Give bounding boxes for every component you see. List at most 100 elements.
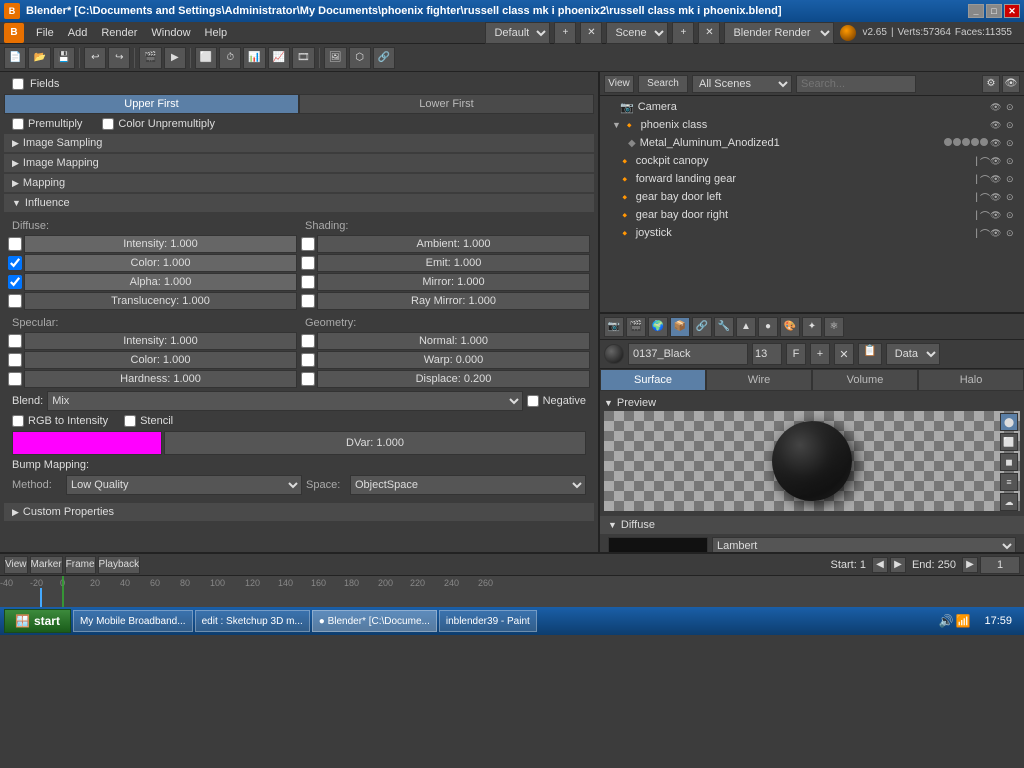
material-remove-button[interactable]: ✕ (834, 343, 854, 365)
dvar-bar[interactable]: DVar: 1.000 (164, 431, 586, 455)
menu-help[interactable]: Help (199, 25, 234, 41)
view3d-button[interactable]: ⬜ (195, 47, 217, 69)
camera-vis-icon[interactable]: 👁 (990, 102, 1004, 113)
warp-checkbox[interactable] (301, 353, 315, 367)
diffuse-section-header[interactable]: ▼ Diffuse (600, 516, 1024, 534)
spec-intensity-checkbox[interactable] (8, 334, 22, 348)
ambient-checkbox[interactable] (301, 237, 315, 251)
minimize-button[interactable]: _ (968, 4, 984, 18)
menu-add[interactable]: Add (62, 25, 94, 41)
preview-sky-btn[interactable]: ☁ (1000, 493, 1018, 511)
undo-button[interactable]: ↩ (84, 47, 106, 69)
warp-slider[interactable]: Warp: 0.000 (317, 351, 590, 369)
image-mapping-header[interactable]: ▶ Image Mapping (4, 154, 594, 172)
play-btn[interactable]: ▶ (890, 557, 906, 573)
maximize-button[interactable]: □ (986, 4, 1002, 18)
tab-surface[interactable]: Surface (600, 369, 706, 391)
mirror-slider[interactable]: Mirror: 1.000 (317, 273, 590, 291)
fields-checkbox[interactable] (12, 78, 24, 90)
preview-sphere-btn[interactable]: ⬤ (1000, 413, 1018, 431)
camera-select-icon[interactable]: ⊙ (1006, 102, 1020, 113)
tree-item-material[interactable]: ◆ Metal_Aluminum_Anodized1 👁 ⊙ (602, 134, 1022, 152)
render-button[interactable]: 🎬 (139, 47, 161, 69)
object-space-select[interactable]: ObjectSpace (350, 475, 586, 495)
displace-checkbox[interactable] (301, 372, 315, 386)
joystick-select-icon[interactable]: ⊙ (1006, 228, 1020, 239)
color-checkbox[interactable] (8, 256, 22, 270)
mapping-header[interactable]: ▶ Mapping (4, 174, 594, 192)
renderer-dropdown[interactable]: Blender Render (724, 22, 834, 44)
nla-button[interactable]: 🎞 (292, 47, 315, 69)
spec-color-slider[interactable]: Color: 1.000 (24, 351, 297, 369)
outliner-view-btn[interactable]: View (604, 75, 634, 93)
low-quality-select[interactable]: Low Quality (66, 475, 302, 495)
diffuse-color-swatch[interactable] (608, 537, 708, 552)
displace-slider[interactable]: Displace: 0.200 (317, 370, 590, 388)
timeline-content[interactable]: -40 -20 0 20 40 60 80 100 120 140 160 18… (0, 576, 1024, 607)
scene-props-btn[interactable]: 🎬 (626, 317, 646, 337)
tab-halo[interactable]: Halo (918, 369, 1024, 391)
world-props-btn[interactable]: 🌍 (648, 317, 668, 337)
material-vis-icon[interactable]: 👁 (990, 138, 1004, 149)
influence-header[interactable]: ▼ Influence (4, 194, 594, 212)
landing-gear-vis-icon[interactable]: 👁 (990, 174, 1004, 185)
gear-bay-left-vis-icon[interactable]: 👁 (990, 192, 1004, 203)
timeline-playback-btn[interactable]: Playback (98, 556, 141, 574)
normal-checkbox[interactable] (301, 334, 315, 348)
preview-cube-btn[interactable]: ◼ (1000, 453, 1018, 471)
tree-item-gear-bay-left[interactable]: 🔸 gear bay door left | ⌒ 👁 ⊙ (602, 188, 1022, 206)
gear-bay-right-vis-icon[interactable]: 👁 (990, 210, 1004, 221)
scene-dropdown[interactable]: Scene (606, 22, 668, 44)
material-data-select[interactable]: Data (886, 343, 940, 365)
constraint-props-btn[interactable]: 🔗 (692, 317, 712, 337)
normal-slider[interactable]: Normal: 1.000 (317, 332, 590, 350)
intensity-slider[interactable]: Intensity: 1.000 (24, 235, 297, 253)
image-editor-button[interactable]: 🖼 (324, 47, 347, 69)
phoenix-select-icon[interactable]: ⊙ (1006, 120, 1020, 131)
upper-first-button[interactable]: Upper First (4, 94, 299, 114)
tree-item-camera[interactable]: 📷 Camera 👁 ⊙ (602, 98, 1022, 116)
rgb-to-intensity-checkbox[interactable] (12, 415, 24, 427)
timeline-marker-btn[interactable]: Marker (30, 556, 63, 574)
outliner-search-btn[interactable]: Search (638, 75, 688, 93)
timeline-button[interactable]: ⏱ (219, 47, 241, 69)
ray-mirror-slider[interactable]: Ray Mirror: 1.000 (317, 292, 590, 310)
material-f-button[interactable]: F (786, 343, 806, 365)
redo-button[interactable]: ↪ (108, 47, 130, 69)
scenes-dropdown[interactable]: All Scenes (692, 75, 792, 93)
material-num-input[interactable] (752, 343, 782, 365)
spec-intensity-slider[interactable]: Intensity: 1.000 (24, 332, 297, 350)
taskbar-item-0[interactable]: My Mobile Broadband... (73, 610, 193, 632)
taskbar-item-1[interactable]: edit : Sketchup 3D m... (195, 610, 310, 632)
preview-hair-btn[interactable]: ≡ (1000, 473, 1018, 491)
play-prev-btn[interactable]: ◀ (872, 557, 888, 573)
outliner-search-input[interactable] (796, 75, 916, 93)
scene-remove-button[interactable]: ✕ (698, 22, 720, 44)
tree-item-cockpit[interactable]: 🔸 cockpit canopy | ⌒ 👁 ⊙ (602, 152, 1022, 170)
landing-gear-select-icon[interactable]: ⊙ (1006, 174, 1020, 185)
outliner-filter-btn[interactable]: ⚙ (982, 75, 1000, 93)
stencil-checkbox[interactable] (124, 415, 136, 427)
render-anim-button[interactable]: ▶ (164, 47, 186, 69)
save-button[interactable]: 💾 (53, 47, 75, 69)
material-copy-button[interactable]: 📋 (858, 343, 882, 365)
phoenix-vis-icon[interactable]: 👁 (990, 120, 1004, 131)
color-slider[interactable]: Color: 1.000 (24, 254, 297, 272)
ray-mirror-checkbox[interactable] (301, 294, 315, 308)
gear-bay-right-select-icon[interactable]: ⊙ (1006, 210, 1020, 221)
tree-item-joystick[interactable]: 🔸 joystick | ⌒ 👁 ⊙ (602, 224, 1022, 242)
taskbar-item-3[interactable]: inblender39 - Paint (439, 610, 537, 632)
texture-props-btn[interactable]: 🎨 (780, 317, 800, 337)
uv-button[interactable]: ⬡ (349, 47, 371, 69)
emit-slider[interactable]: Emit: 1.000 (317, 254, 590, 272)
ambient-slider[interactable]: Ambient: 1.000 (317, 235, 590, 253)
menu-render[interactable]: Render (95, 25, 143, 41)
play-next-btn[interactable]: ▶ (962, 557, 978, 573)
gear-bay-left-select-icon[interactable]: ⊙ (1006, 192, 1020, 203)
blend-select[interactable]: Mix (47, 391, 522, 411)
negative-checkbox[interactable] (527, 395, 539, 407)
render-props-btn[interactable]: 📷 (604, 317, 624, 337)
compositor-button[interactable]: 🔗 (373, 47, 395, 69)
add-mode-button[interactable]: + (554, 22, 576, 44)
tree-item-phoenix[interactable]: ▼ 🔸 phoenix class 👁 ⊙ (602, 116, 1022, 134)
